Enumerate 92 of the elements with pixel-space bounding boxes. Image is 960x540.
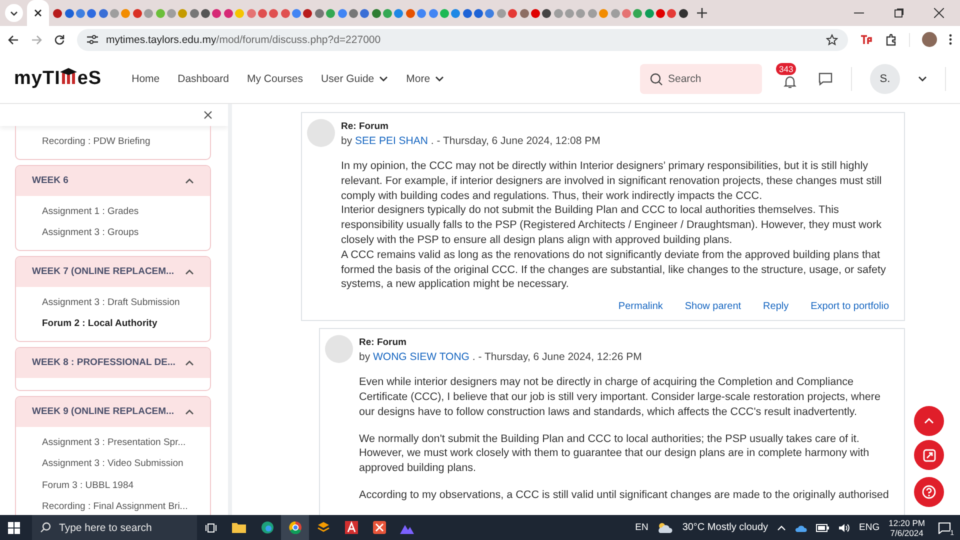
active-tab[interactable] <box>27 0 49 26</box>
chrome-icon[interactable] <box>288 521 302 534</box>
post-action-link[interactable]: Permalink <box>618 301 663 312</box>
address-bar[interactable]: mytimes.taylors.edu.my/mod/forum/discuss.php?d=227000 <box>77 28 848 50</box>
profile-avatar[interactable] <box>922 32 937 47</box>
keyboard-language[interactable]: ENG <box>859 522 880 533</box>
menu-icon[interactable] <box>949 34 952 45</box>
post-paragraph: Interior designers typically do not submit the Building Plan and CCC to local authorities themselves. This responsibility usually falls to the PSP (Registered Architects / Engineer / Draughtsman). However, they must work closely with the PSP to ensure all design plans align with approved building plans. <box>341 203 882 248</box>
section-title: WEEK 9 (ONLINE REPLACEM... <box>32 406 174 417</box>
post-paragraph: According to my observations, a CCC is still valid until significant changes are made to the originally authorised <box>359 488 890 503</box>
section-item-link[interactable]: Recording : Final Assignment Bri... <box>42 496 210 515</box>
chevron-up-icon <box>924 418 934 424</box>
post-paragraph: Even while interior designers may not be directly in charge of acquiring the Completion and Compliance Certificate (CCC), I believe that our job is still very important. Consider large-scale restoration projects, where our designs have to follow construction laws and standards, which affects the CCC's result inadvertently. <box>359 375 882 420</box>
section-title: WEEK 7 (ONLINE REPLACEM... <box>32 266 174 277</box>
new-tab-icon[interactable] <box>697 8 707 18</box>
taskbar-search-field[interactable]: Type here to search <box>32 515 197 540</box>
browser-swirl-icon[interactable] <box>260 521 274 534</box>
search-field[interactable]: Search <box>640 64 762 94</box>
input-language[interactable]: EN <box>635 522 648 533</box>
volume-icon[interactable] <box>838 522 850 532</box>
close-icon[interactable] <box>34 9 42 17</box>
section-item-link[interactable]: Forum 3 : UBBL 1984 <box>42 474 210 496</box>
section-item-link[interactable]: Assignment 3 : Groups <box>42 222 210 244</box>
section-item-link[interactable]: Assignment 1 : Grades <box>42 200 210 222</box>
chevron-down-icon <box>10 10 18 16</box>
restore-icon[interactable] <box>894 8 904 18</box>
autocad-icon[interactable] <box>344 521 358 534</box>
author-link[interactable]: WONG SIEW TONG <box>373 351 470 364</box>
section-header[interactable]: WEEK 7 (ONLINE REPLACEM... <box>16 256 210 286</box>
site-logo[interactable]: myTI eS <box>14 68 102 90</box>
site-settings-icon[interactable] <box>87 35 98 44</box>
section-title: WEEK 8 : PROFESSIONAL DE... <box>32 357 176 368</box>
post-subject: Re: Forum <box>341 121 390 132</box>
post-action-link[interactable]: Export to portfolio <box>810 301 889 312</box>
extensions-icon[interactable] <box>885 34 897 46</box>
share-button[interactable] <box>914 440 944 470</box>
user-avatar[interactable]: S. <box>870 64 900 94</box>
nav-link[interactable]: My Courses <box>247 73 304 85</box>
user-avatar <box>307 119 335 147</box>
question-mark-icon <box>922 485 936 499</box>
forward-icon[interactable] <box>31 34 42 44</box>
post-byline: by SEE PEI SHAN . - Thursday, 6 June 2024, 12:08 PM <box>341 135 602 147</box>
section-item-link[interactable]: Assignment 3 : Presentation Spr... <box>42 432 210 453</box>
folder-icon[interactable] <box>232 522 246 533</box>
author-link[interactable]: SEE PEI SHAN <box>355 135 428 147</box>
section-item-link[interactable]: Forum 2 : Local Authority <box>42 313 210 334</box>
close-icon[interactable] <box>934 8 944 18</box>
close-icon[interactable] <box>204 111 212 119</box>
bell-icon[interactable] <box>783 75 797 89</box>
extension-logo-icon[interactable] <box>860 34 873 45</box>
notification-center-icon[interactable] <box>938 522 950 534</box>
url-text: mytimes.taylors.edu.my/mod/forum/discuss.php?d=227000 <box>106 34 381 46</box>
reload-icon[interactable] <box>54 34 65 45</box>
battery-icon[interactable] <box>816 524 830 532</box>
bookmark-star-icon[interactable] <box>826 34 838 46</box>
post-paragraph: We normally don't submit the Building Plan and CCC to local authorities; the PSP usually takes care of it. However, we must work closely with them to guarantee that our design plans are in complete harmony with approved building plans. <box>359 432 870 476</box>
post-subject: Re: Forum <box>359 337 408 348</box>
layers-app-icon[interactable] <box>316 521 330 534</box>
nav-link[interactable]: More <box>406 73 444 85</box>
chat-icon[interactable] <box>818 72 833 86</box>
notification-badge: 343 <box>776 63 796 75</box>
section-item-link[interactable]: Recording : PDW Briefing <box>42 131 210 152</box>
section-header[interactable]: WEEK 8 : PROFESSIONAL DE... <box>16 348 210 378</box>
post-paragraph: A CCC remains valid as long as the renovations do not significantly deviate from the approved building plans that formed the basis of the original CCC. If the changes are substantial, like changes to the structure, usage, or safety systems, a new application might be necessary. <box>341 248 887 292</box>
search-icon <box>40 522 51 533</box>
weather-text[interactable]: 30°C Mostly cloudy <box>682 522 768 533</box>
help-button[interactable] <box>914 477 944 507</box>
nav-link[interactable]: Home <box>132 73 160 85</box>
external-link-icon <box>922 448 936 462</box>
section-item-link[interactable]: Assignment 3 : Draft Submission <box>42 292 210 313</box>
tab-search-button[interactable] <box>5 4 23 22</box>
section-item-link[interactable]: Assignment 3 : Video Submission <box>42 453 210 474</box>
post-byline: by WONG SIEW TONG . - Thursday, 6 June 2024, 12:26 PM <box>359 351 643 364</box>
post-action-link[interactable]: Reply <box>763 301 789 312</box>
scroll-to-top-button[interactable] <box>914 406 944 436</box>
weather-cloud-icon[interactable] <box>657 522 674 533</box>
back-icon[interactable] <box>8 34 19 44</box>
nav-link[interactable]: Dashboard <box>178 73 229 85</box>
task-view-icon[interactable] <box>205 522 217 534</box>
cloud-icon[interactable] <box>795 524 808 532</box>
taskbar-clock[interactable]: 12:20 PM 7/6/2024 <box>888 518 925 538</box>
section-title: WEEK 6 <box>32 175 68 186</box>
sketch-app-icon[interactable] <box>372 521 386 534</box>
section-header[interactable]: WEEK 9 (ONLINE REPLACEM... <box>16 396 210 426</box>
chevron-up-icon[interactable] <box>777 524 786 530</box>
post-action-link[interactable]: Show parent <box>684 301 742 312</box>
nav-link[interactable]: User Guide <box>321 73 388 85</box>
chevron-down-icon[interactable] <box>918 76 927 82</box>
windows-start-icon[interactable] <box>8 522 20 534</box>
section-header[interactable]: WEEK 6 <box>16 166 210 196</box>
post-paragraph: In my opinion, the CCC may not be directly within Interior designers’ primary responsibilities, but it is still highly relevant. For example, if interior designers are involved in significant renovation projects, these changes must still comply with building codes and regulations. Thus, their work indirectly impacts the CCC. <box>341 159 883 204</box>
user-avatar <box>325 335 353 364</box>
